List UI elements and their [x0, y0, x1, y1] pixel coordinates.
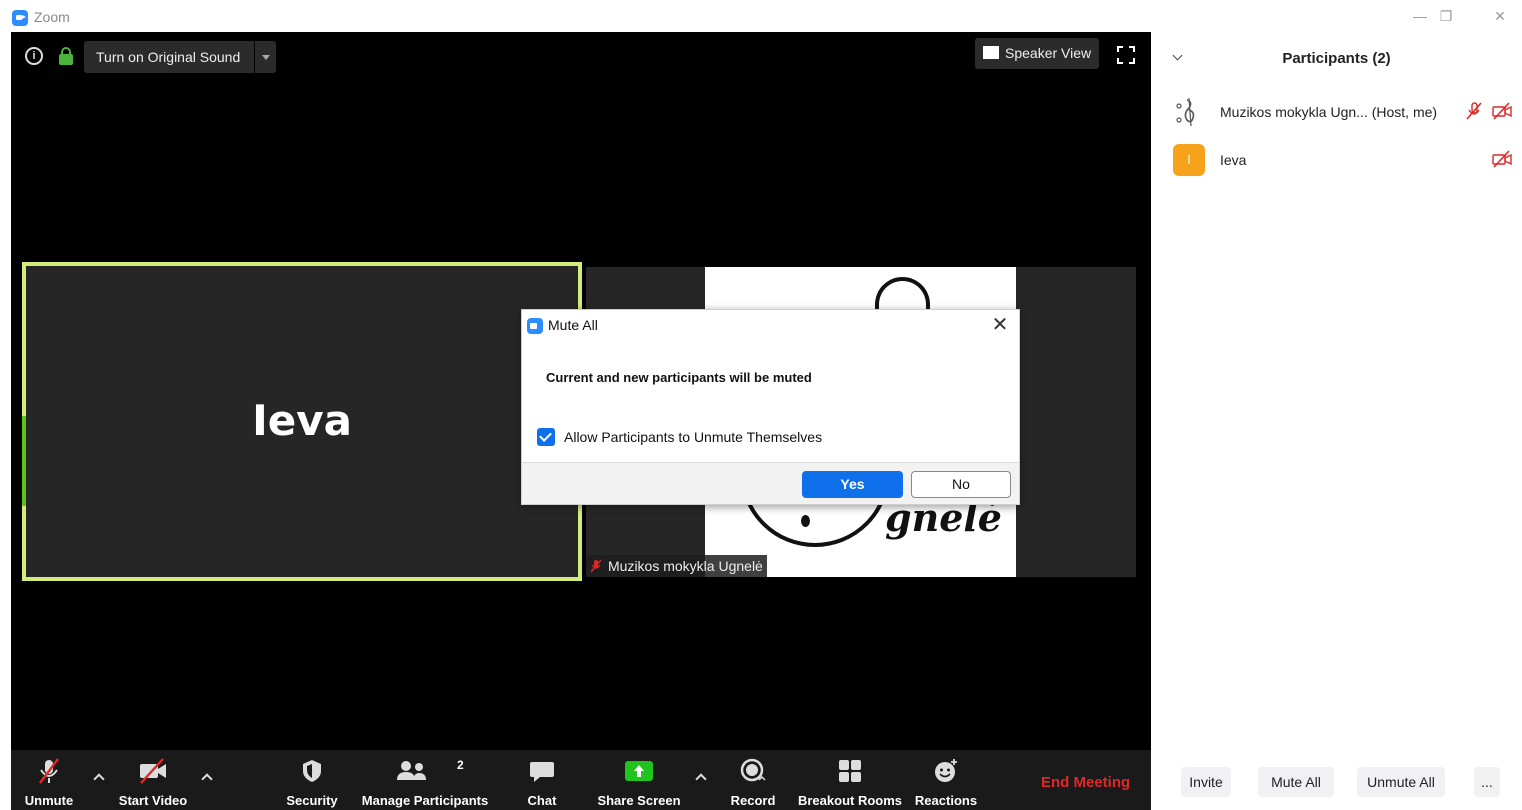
view-switch-button[interactable]: Speaker View: [975, 38, 1099, 69]
manage-participants-button[interactable]: 2 Manage Participants: [357, 750, 493, 810]
tile-participant-name: Muzikos mokykla Ugnelė: [608, 558, 763, 574]
meeting-toolbar: Unmute Start Video Security 2 Manage Par…: [11, 750, 1151, 810]
security-button[interactable]: Security: [277, 750, 347, 810]
minimize-icon[interactable]: —: [1410, 6, 1430, 26]
close-window-icon[interactable]: ✕: [1490, 6, 1510, 26]
security-label: Security: [286, 793, 338, 808]
record-label: Record: [730, 793, 776, 808]
chat-bubble-icon: [530, 762, 554, 782]
chevron-down-icon[interactable]: [262, 55, 270, 60]
fullscreen-icon[interactable]: [1117, 46, 1135, 64]
manage-participants-label: Manage Participants: [361, 793, 489, 808]
participant-row[interactable]: I Ieva: [1151, 138, 1522, 178]
reactions-label: Reactions: [914, 793, 978, 808]
video-tile-active[interactable]: Ieva: [22, 262, 582, 581]
avatar: I: [1173, 144, 1205, 176]
view-switch-label: Speaker View: [1005, 45, 1092, 61]
reactions-button[interactable]: Reactions: [911, 750, 981, 810]
chat-button[interactable]: Chat: [513, 750, 571, 810]
participants-panel: Participants (2) Muzikos mokykla Ugn... …: [1151, 32, 1522, 810]
zoom-logo-icon: [527, 318, 543, 334]
video-off-icon[interactable]: [1492, 150, 1512, 168]
mic-muted-icon: [590, 559, 602, 573]
reactions-icon: [935, 759, 957, 782]
allow-unmute-label[interactable]: Allow Participants to Unmute Themselves: [564, 429, 822, 445]
audio-options-caret-icon[interactable]: [93, 772, 105, 784]
dialog-footer: Yes No: [522, 462, 1019, 504]
unmute-button[interactable]: Unmute: [11, 750, 87, 810]
yes-button[interactable]: Yes: [802, 471, 903, 498]
tile-name-bar: Muzikos mokykla Ugnelė: [586, 555, 767, 577]
original-sound-label: Turn on Original Sound: [96, 49, 241, 65]
close-icon[interactable]: ✕: [988, 313, 1012, 337]
video-options-caret-icon[interactable]: [201, 772, 213, 784]
video-off-icon[interactable]: [1492, 102, 1512, 120]
start-video-label: Start Video: [118, 793, 188, 808]
music-note-icon: [1173, 96, 1205, 128]
speaker-view-icon: [983, 46, 999, 59]
invite-button[interactable]: Invite: [1181, 767, 1231, 797]
unmute-label: Unmute: [24, 793, 74, 808]
breakout-rooms-button[interactable]: Breakout Rooms: [795, 750, 905, 810]
participant-count-badge: 2: [457, 758, 464, 772]
chat-label: Chat: [527, 793, 557, 808]
more-options-button[interactable]: ...: [1474, 767, 1500, 797]
end-meeting-button[interactable]: End Meeting: [1041, 774, 1130, 791]
window-titlebar: Zoom — ❐ ✕: [0, 0, 1522, 32]
shield-icon: [303, 760, 321, 782]
dialog-title: Mute All: [548, 317, 598, 333]
original-sound-button[interactable]: Turn on Original Sound: [84, 41, 276, 73]
restore-icon[interactable]: ❐: [1436, 6, 1456, 26]
breakout-rooms-label: Breakout Rooms: [797, 793, 903, 808]
encryption-lock-icon[interactable]: [59, 47, 73, 65]
record-button[interactable]: Record: [723, 750, 783, 810]
video-off-icon: [140, 758, 166, 784]
participant-name: Muzikos mokykla Ugn... (Host, me): [1220, 104, 1438, 120]
participant-row[interactable]: Muzikos mokykla Ugn... (Host, me): [1151, 90, 1522, 130]
window-title: Zoom: [34, 9, 70, 25]
mic-muted-icon: [39, 758, 59, 784]
mic-muted-icon[interactable]: [1464, 102, 1484, 120]
share-options-caret-icon[interactable]: [695, 772, 707, 784]
unmute-all-button[interactable]: Unmute All: [1357, 767, 1445, 797]
record-icon: [740, 758, 766, 782]
meeting-info-icon[interactable]: i: [25, 47, 43, 65]
breakout-rooms-icon: [839, 760, 861, 782]
zoom-logo-icon: [12, 10, 28, 26]
mute-all-button[interactable]: Mute All: [1258, 767, 1334, 797]
dialog-message: Current and new participants will be mut…: [546, 370, 812, 385]
share-screen-button[interactable]: Share Screen: [591, 750, 687, 810]
share-screen-label: Share Screen: [597, 793, 681, 808]
participants-icon: [397, 761, 426, 780]
allow-unmute-checkbox[interactable]: [537, 428, 555, 446]
share-screen-icon: [625, 761, 653, 781]
tile-participant-name: Ieva: [252, 396, 352, 445]
start-video-button[interactable]: Start Video: [111, 750, 195, 810]
participants-title: Participants (2): [1282, 50, 1391, 67]
no-button[interactable]: No: [911, 471, 1011, 498]
participant-name: Ieva: [1220, 152, 1247, 168]
mute-all-dialog: Mute All ✕ Current and new participants …: [521, 309, 1020, 505]
